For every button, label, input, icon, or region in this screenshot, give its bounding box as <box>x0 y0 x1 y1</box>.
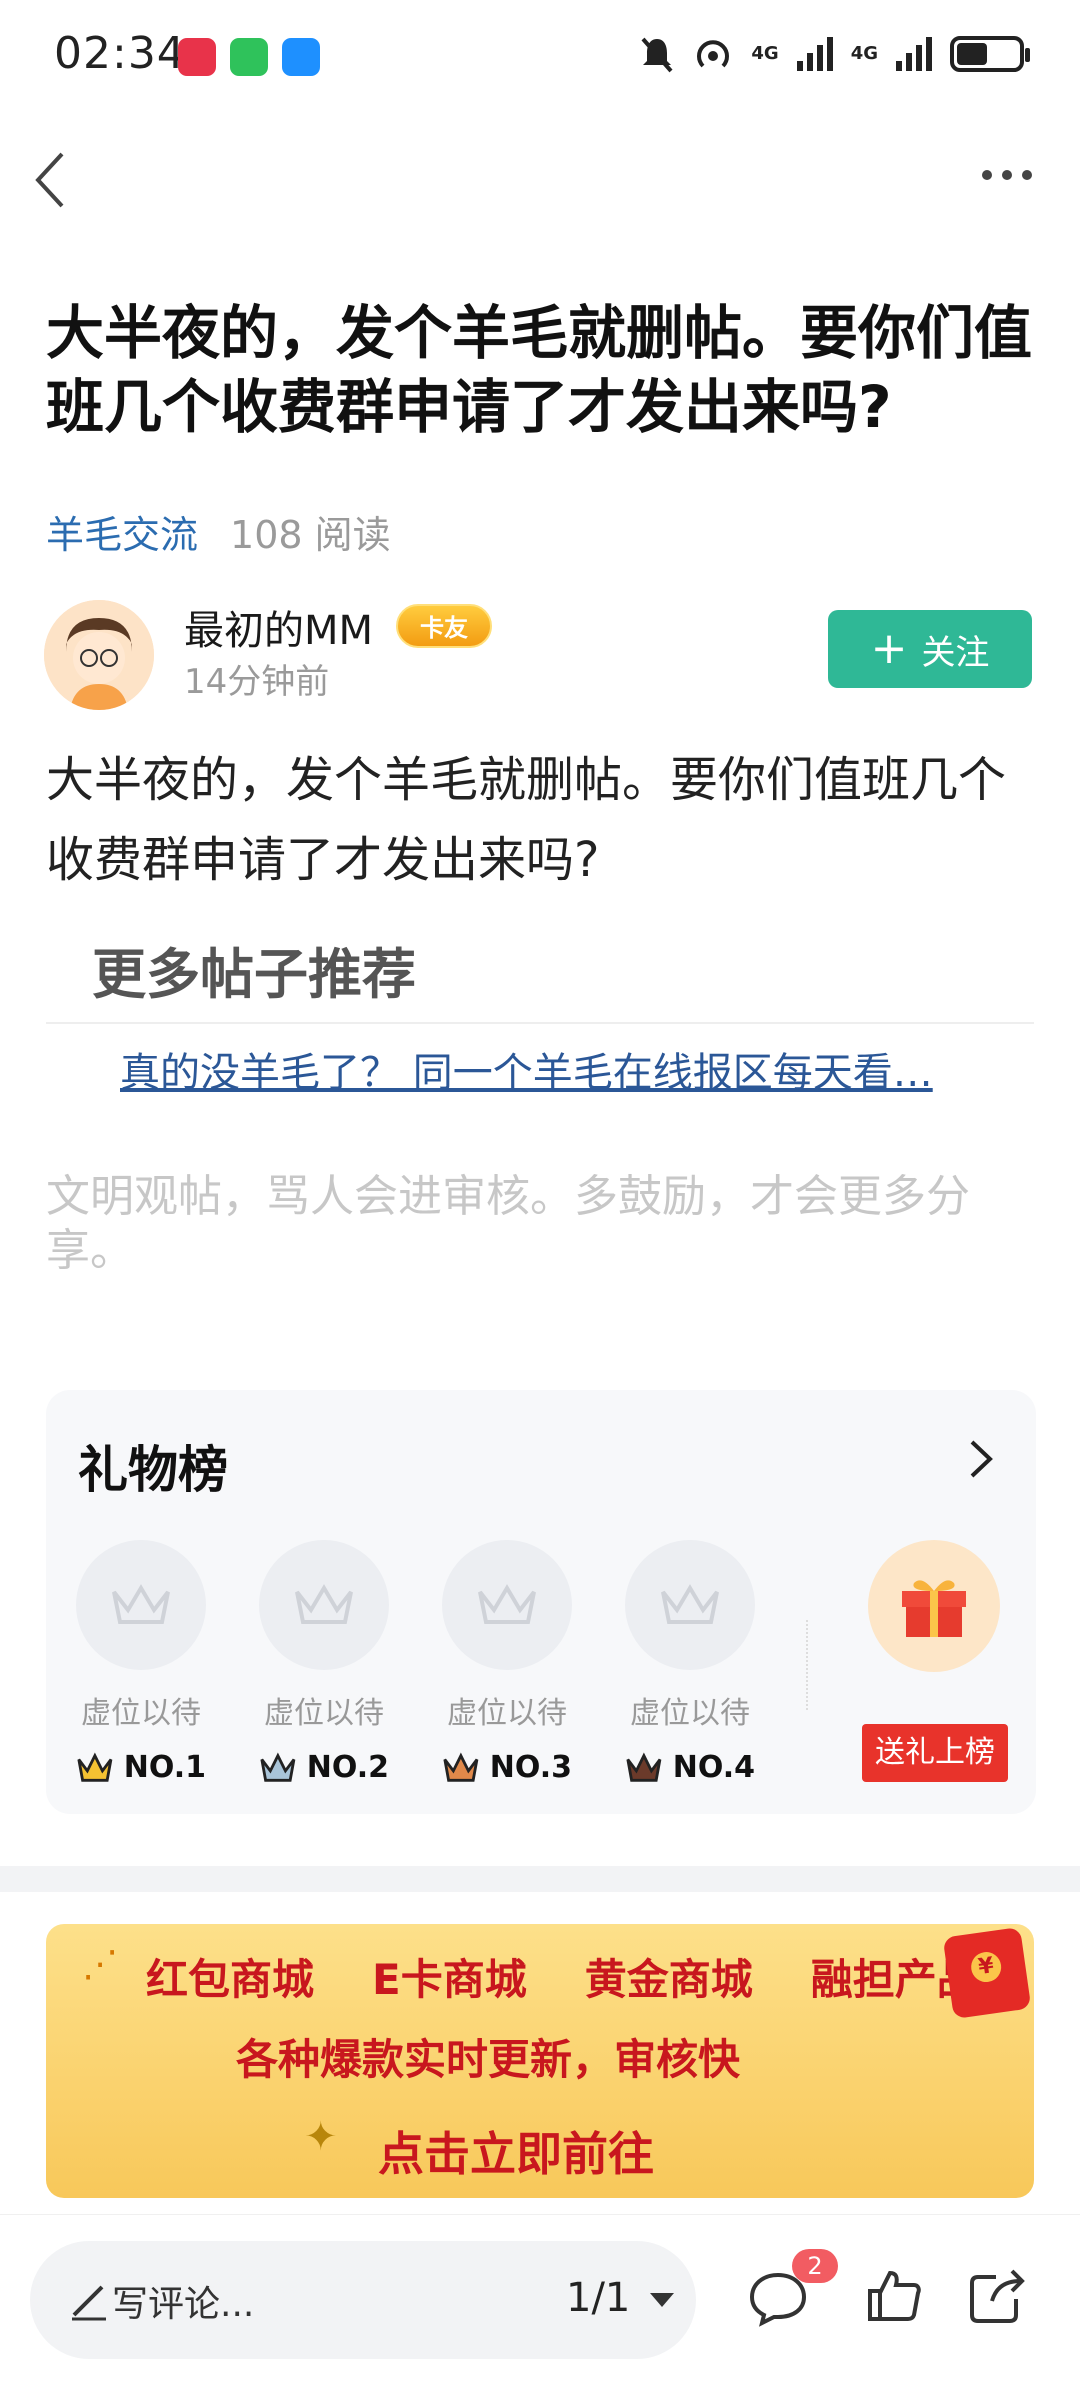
gift-slot-3[interactable]: 虚位以待 NO.3 <box>442 1540 572 1785</box>
brown-crown-icon <box>626 1752 662 1782</box>
banner-item: 黄金商城 <box>584 1955 753 2004</box>
slot-label: 虚位以待 <box>447 1696 567 1731</box>
mute-bell-icon <box>641 37 673 73</box>
banner-cta: 点击立即前往 <box>378 2127 654 2181</box>
signal-bars-2-icon <box>896 37 932 71</box>
share-icon[interactable] <box>968 2267 1026 2323</box>
follow-label: 关注 <box>921 632 990 673</box>
red-envelope-icon <box>942 1926 1032 2020</box>
slot-rank: NO.1 <box>123 1750 206 1785</box>
read-count: 108 阅读 <box>230 513 391 557</box>
gift-slot-1[interactable]: 虚位以待 NO.1 <box>76 1540 206 1785</box>
caret-down-icon[interactable] <box>650 2293 674 2307</box>
banner-item: 红包商城 <box>146 1955 315 2004</box>
more-posts-header: 更多帖子推荐 <box>92 943 416 1006</box>
slot-rank: NO.3 <box>489 1750 572 1785</box>
chevron-right-icon[interactable] <box>964 1434 996 1484</box>
slot-rank: NO.2 <box>306 1750 389 1785</box>
post-meta: 羊毛交流 108 阅读 <box>46 504 391 559</box>
sparkle-icon: ✦ <box>304 2114 338 2160</box>
gift-slot-4[interactable]: 虚位以待 NO.4 <box>625 1540 755 1785</box>
comment-placeholder: 写评论... <box>112 2284 255 2325</box>
network-type-2: 4G <box>850 43 878 64</box>
gift-box-icon <box>902 1580 966 1637</box>
banner-subtitle: 各种爆款实时更新，审核快 <box>236 2035 741 2084</box>
battery-icon <box>950 36 1030 72</box>
post-body: 大半夜的，发个羊毛就删帖。要你们值班几个收费群申请了才发出来吗? <box>46 752 1007 888</box>
comment-count-badge: 2 <box>792 2249 838 2283</box>
comment-input[interactable]: 写评论... 1/1 <box>30 2241 696 2359</box>
slot-label: 虚位以待 <box>630 1696 750 1731</box>
thumbs-up-icon[interactable] <box>866 2267 922 2323</box>
crown-outline-icon <box>661 1584 719 1624</box>
sparkle-rays-icon: ⋰ <box>82 1944 118 1985</box>
network-type-1: 4G <box>751 43 779 64</box>
send-gift-button[interactable]: 送礼上榜 <box>862 1724 1008 1782</box>
gift-box-button[interactable] <box>868 1540 1000 1672</box>
status-bar: 02:34 4G 4G <box>0 0 1080 120</box>
post-title: 大半夜的，发个羊毛就删帖。要你们值班几个收费群申请了才发出来吗? <box>46 299 1033 441</box>
crown-outline-icon <box>478 1584 536 1624</box>
avatar[interactable] <box>44 600 154 710</box>
page-indicator[interactable]: 1/1 <box>566 2275 630 2321</box>
follow-button[interactable]: + 关注 <box>828 610 1032 688</box>
status-indicators: 4G 4G <box>639 34 1030 74</box>
gift-slot-2[interactable]: 虚位以待 NO.2 <box>259 1540 389 1785</box>
comment-rules-hint: 文明观帖，骂人会进审核。多鼓励，才会更多分享。 <box>46 1171 970 1276</box>
promo-banner[interactable]: ⋰ 红包商城 E卡商城 黄金商城 融担产品 各种爆款实时更新，审核快 ✦ 点击立… <box>46 1924 1034 2198</box>
banner-item: E卡商城 <box>372 1955 527 2004</box>
wechat-icon <box>230 38 268 76</box>
crown-outline-icon <box>112 1584 170 1624</box>
gift-board: 礼物榜 虚位以待 NO.1 虚位以待 NO.2 虚位以待 NO.3 虚位以待 N… <box>46 1390 1036 1814</box>
gold-crown-icon <box>77 1752 113 1782</box>
message-icon <box>282 38 320 76</box>
crown-outline-icon <box>295 1584 353 1624</box>
member-badge: 卡友 <box>396 604 492 648</box>
recommended-post-link[interactable]: 真的没羊毛了？ 同一个羊毛在线报区每天看… <box>120 1040 980 1098</box>
slot-rank: NO.4 <box>672 1750 755 1785</box>
hotspot-icon <box>697 40 730 68</box>
divider <box>46 1022 1034 1024</box>
more-options-icon[interactable] <box>982 170 1032 180</box>
silver-crown-icon <box>260 1752 296 1782</box>
status-time: 02:34 <box>54 28 186 79</box>
banner-categories: 红包商城 E卡商城 黄金商城 融担产品 <box>146 1946 979 2007</box>
huawei-store-icon <box>178 38 216 76</box>
section-separator <box>0 1866 1080 1892</box>
slot-label: 虚位以待 <box>264 1696 384 1731</box>
divider <box>806 1620 808 1710</box>
pen-icon <box>72 2285 106 2321</box>
signal-bars-1-icon <box>796 37 833 71</box>
slot-label: 虚位以待 <box>81 1696 201 1731</box>
bottom-bar: 写评论... 1/1 2 <box>0 2214 1080 2388</box>
plus-icon: + <box>870 623 908 674</box>
category-link[interactable]: 羊毛交流 <box>46 504 198 559</box>
back-arrow-icon[interactable] <box>30 148 70 212</box>
post-time: 14分钟前 <box>184 662 330 702</box>
gift-board-title: 礼物榜 <box>78 1441 228 1499</box>
bronze-crown-icon <box>443 1752 479 1782</box>
author-name[interactable]: 最初的MM <box>184 598 373 656</box>
